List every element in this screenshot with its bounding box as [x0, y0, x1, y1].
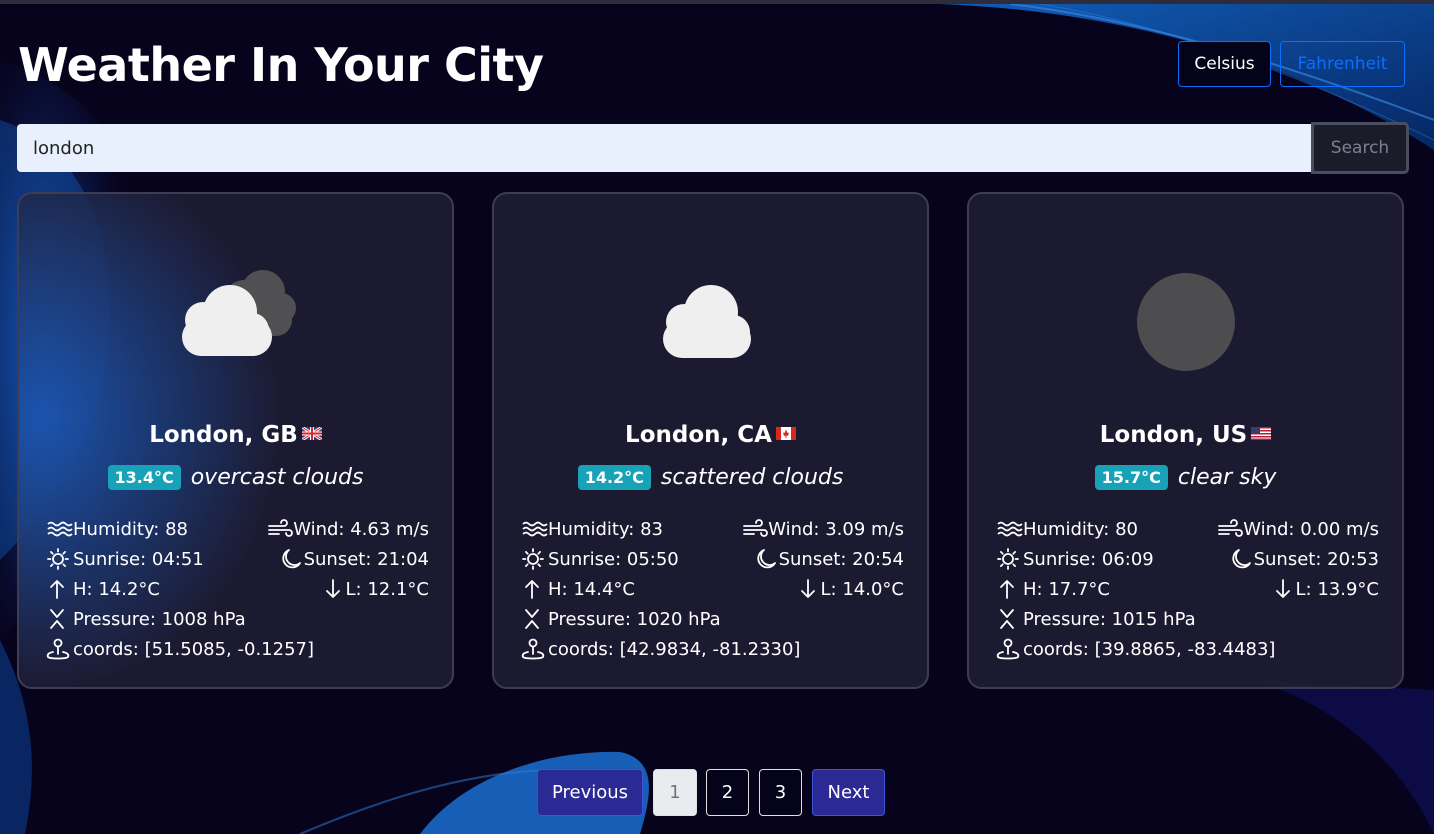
wind-icon	[1218, 519, 1244, 537]
sunset-moon-icon	[1232, 549, 1251, 569]
scattered-clouds-icon	[494, 254, 927, 414]
arrow-down-icon	[325, 579, 340, 598]
temperature-badge: 13.4°C	[107, 465, 181, 490]
city-name: London, US	[969, 422, 1402, 448]
weather-card: London, GB 13.4°C overcast clouds Humidit…	[17, 192, 454, 689]
search-button[interactable]: Search	[1311, 122, 1409, 174]
temperature-line: 15.7°C clear sky	[969, 465, 1402, 490]
map-pin-icon	[521, 638, 545, 660]
wind-value: Wind: 3.09 m/s	[768, 518, 904, 540]
humidity-waves-icon	[47, 521, 73, 537]
humidity-waves-icon	[997, 521, 1023, 537]
arrow-up-icon	[525, 580, 539, 599]
wind-value: Wind: 4.63 m/s	[293, 518, 429, 540]
previous-page-button[interactable]: Previous	[537, 769, 643, 816]
temperature-badge: 15.7°C	[1094, 465, 1168, 490]
map-pin-icon	[46, 638, 70, 660]
page-3-button[interactable]: 3	[759, 769, 802, 816]
temperature-line: 14.2°C scattered clouds	[494, 465, 927, 490]
city-name: London, CA	[494, 422, 927, 448]
humidity-value: Humidity: 80	[1023, 518, 1138, 540]
coords-value: coords: [51.5085, -0.1257]	[73, 638, 314, 660]
sunset-moon-icon	[757, 549, 776, 569]
pressure-value: Pressure: 1020 hPa	[548, 608, 721, 630]
pressure-icon	[525, 609, 539, 629]
sunrise-value: Sunrise: 05:50	[548, 548, 679, 570]
city-name: London, GB	[19, 422, 452, 448]
celsius-button[interactable]: Celsius	[1178, 41, 1271, 87]
wind-value: Wind: 0.00 m/s	[1243, 518, 1379, 540]
temperature-badge: 14.2°C	[577, 465, 651, 490]
overcast-clouds-icon	[19, 254, 452, 414]
low-temp-value: L: 12.1°C	[345, 578, 429, 600]
sunrise-sun-icon	[47, 548, 69, 570]
humidity-waves-icon	[522, 521, 548, 537]
page-title: Weather In Your City	[18, 38, 544, 92]
sunset-value: Sunset: 20:54	[778, 548, 904, 570]
pressure-value: Pressure: 1015 hPa	[1023, 608, 1196, 630]
weather-description: clear sky	[1177, 465, 1277, 490]
search-input[interactable]	[17, 124, 1313, 172]
arrow-down-icon	[800, 579, 815, 598]
fahrenheit-button[interactable]: Fahrenheit	[1280, 41, 1405, 87]
weather-description: scattered clouds	[660, 465, 844, 490]
sunrise-value: Sunrise: 04:51	[73, 548, 204, 570]
wind-icon	[743, 519, 769, 537]
gb-flag-icon	[301, 427, 322, 440]
us-flag-icon	[1251, 427, 1272, 440]
weather-card: London, CA 14.2°C scattered clouds Humidi…	[492, 192, 929, 689]
clear-sky-night-icon	[969, 254, 1402, 414]
high-temp-value: H: 14.2°C	[73, 578, 160, 600]
weather-description: overcast clouds	[190, 465, 364, 490]
sunrise-sun-icon	[522, 548, 544, 570]
low-temp-value: L: 13.9°C	[1295, 578, 1379, 600]
sunset-moon-icon	[282, 549, 301, 569]
ca-flag-icon	[775, 427, 796, 440]
pressure-value: Pressure: 1008 hPa	[73, 608, 246, 630]
coords-value: coords: [39.8865, -83.4483]	[1023, 638, 1276, 660]
wind-icon	[268, 519, 294, 537]
high-temp-value: H: 14.4°C	[548, 578, 635, 600]
sunset-value: Sunset: 20:53	[1253, 548, 1379, 570]
sunrise-value: Sunrise: 06:09	[1023, 548, 1154, 570]
arrow-up-icon	[50, 580, 64, 599]
humidity-value: Humidity: 88	[73, 518, 188, 540]
map-pin-icon	[996, 638, 1020, 660]
low-temp-value: L: 14.0°C	[820, 578, 904, 600]
sunrise-sun-icon	[997, 548, 1019, 570]
coords-value: coords: [42.9834, -81.2330]	[548, 638, 801, 660]
page-2-button[interactable]: 2	[706, 769, 749, 816]
pressure-icon	[50, 609, 64, 629]
arrow-up-icon	[1000, 580, 1014, 599]
pressure-icon	[1000, 609, 1014, 629]
high-temp-value: H: 17.7°C	[1023, 578, 1110, 600]
temperature-line: 13.4°C overcast clouds	[19, 465, 452, 490]
humidity-value: Humidity: 83	[548, 518, 663, 540]
window-top-border	[0, 0, 1434, 4]
page-1-button[interactable]: 1	[653, 769, 697, 816]
weather-card: London, US 15.7°C clear sky Humidity: 80 …	[967, 192, 1404, 689]
sunset-value: Sunset: 21:04	[303, 548, 429, 570]
arrow-down-icon	[1275, 579, 1290, 598]
next-page-button[interactable]: Next	[812, 769, 885, 816]
